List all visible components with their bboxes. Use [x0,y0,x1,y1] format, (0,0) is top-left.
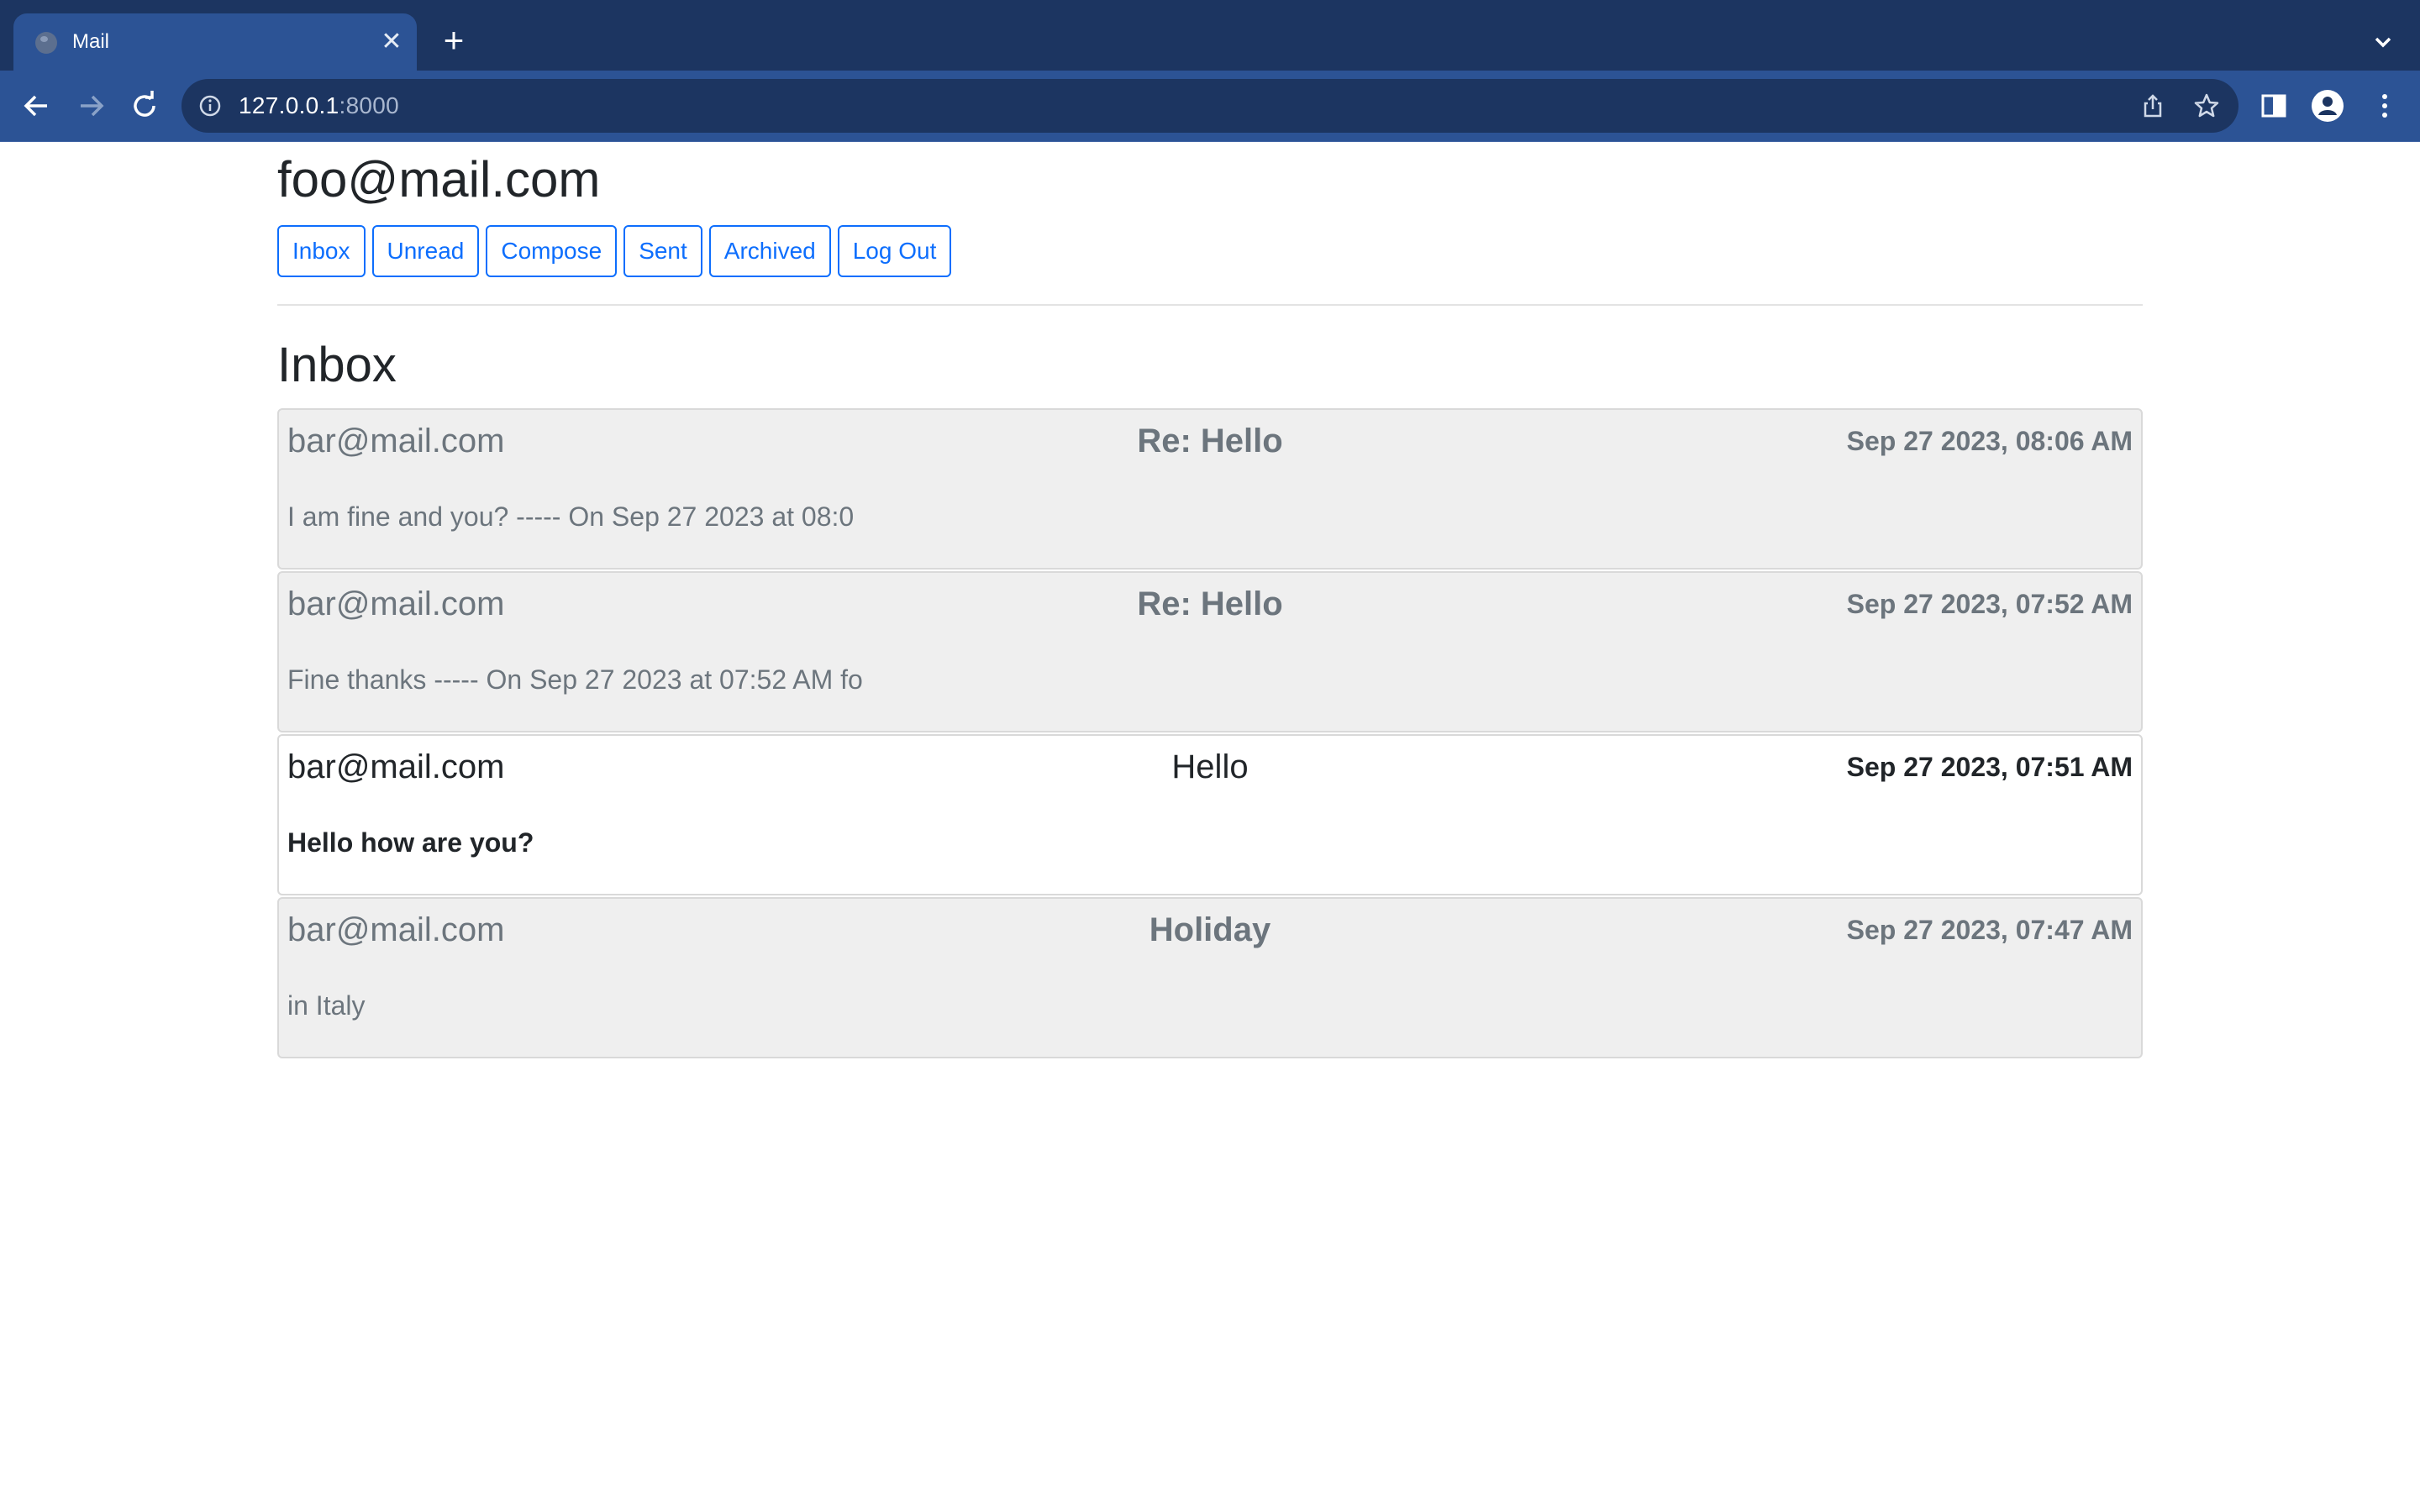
email-row[interactable]: bar@mail.com Re: Hello Sep 27 2023, 07:5… [277,571,2143,732]
back-arrow-icon[interactable] [18,87,55,124]
divider [277,304,2143,306]
archived-button[interactable]: Archived [708,225,831,277]
side-panel-icon[interactable] [2257,89,2291,123]
browser-tab[interactable]: Mail ✕ [13,13,417,71]
unread-button[interactable]: Unread [371,225,480,277]
email-date: Sep 27 2023, 07:47 AM [1846,915,2133,945]
url-port: :8000 [339,92,400,118]
email-date: Sep 27 2023, 07:51 AM [1846,752,2133,782]
tab-title: Mail [72,30,110,53]
info-icon[interactable] [198,94,222,118]
compose-button[interactable]: Compose [486,225,618,277]
logout-button[interactable]: Log Out [837,225,952,277]
inbox-button[interactable]: Inbox [277,225,366,277]
email-preview: Fine thanks ----- On Sep 27 2023 at 07:5… [287,664,863,695]
email-date: Sep 27 2023, 08:06 AM [1846,426,2133,456]
close-tab-icon[interactable]: ✕ [376,27,407,57]
more-menu-icon[interactable] [2368,89,2402,123]
email-preview: Hello how are you? [287,827,534,858]
mailbox-title: Inbox [277,338,397,392]
url-text[interactable]: 127.0.0.1:8000 [239,89,399,123]
url-host: 127.0.0.1 [239,92,339,118]
email-date: Sep 27 2023, 07:52 AM [1846,589,2133,619]
email-row[interactable]: bar@mail.com Re: Hello Sep 27 2023, 08:0… [277,408,2143,570]
profile-avatar-icon[interactable] [2311,89,2344,123]
share-icon[interactable] [2139,92,2166,119]
globe-icon [35,32,57,54]
page-container: foo@mail.com Inbox Unread Compose Sent A… [277,141,2143,1060]
sent-button[interactable]: Sent [623,225,702,277]
new-tab-icon[interactable]: + [437,23,471,58]
email-row[interactable]: bar@mail.com Hello Sep 27 2023, 07:51 AM… [277,734,2143,895]
chevron-down-icon[interactable] [2366,25,2400,59]
browser-toolbar: 127.0.0.1:8000 [0,71,2420,141]
email-row[interactable]: bar@mail.com Holiday Sep 27 2023, 07:47 … [277,897,2143,1058]
reload-icon[interactable] [126,87,163,124]
bookmark-star-icon[interactable] [2193,92,2220,119]
email-preview: I am fine and you? ----- On Sep 27 2023 … [287,501,855,532]
mail-nav: Inbox Unread Compose Sent Archived Log O… [277,225,2143,277]
email-preview: in Italy [287,990,366,1021]
email-list: bar@mail.com Re: Hello Sep 27 2023, 08:0… [277,408,2143,1058]
user-email-heading: foo@mail.com [277,151,601,207]
address-bar[interactable]: 127.0.0.1:8000 [182,79,2238,133]
browser-tabstrip: Mail ✕ + [0,0,2420,71]
forward-arrow-icon[interactable] [72,87,109,124]
